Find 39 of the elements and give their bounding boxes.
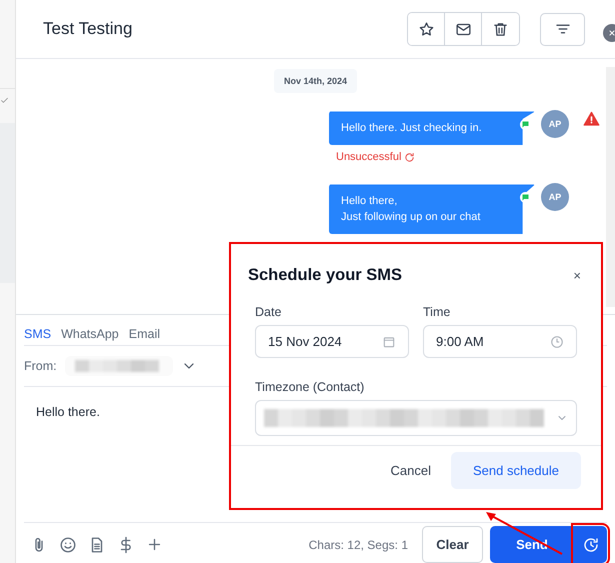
time-label: Time [423,305,452,319]
clock-icon [582,536,600,554]
clock-icon [550,334,564,348]
channel-tab[interactable]: SMS [24,327,52,341]
send-schedule-button[interactable]: Send schedule [450,452,581,489]
dialog-title: Schedule your SMS [248,266,404,285]
check-icon [0,96,9,105]
clear-button[interactable]: Clear [422,526,483,563]
schedule-button[interactable] [574,526,607,563]
avatar: AP [541,183,569,212]
from-label: From: [24,359,57,373]
trash-icon [492,20,509,38]
star-icon [418,20,434,38]
avatar: AP [541,110,569,138]
date-chip: Nov 14th, 2024 [274,69,358,94]
chat-icon [521,193,530,202]
timezone-label: Timezone (Contact) [255,380,366,394]
cancel-button[interactable]: Cancel [384,462,437,479]
date-label: Date [255,305,282,319]
character-count: Chars: 12, Segs: 1 [308,538,408,552]
message-text: Hello there. [36,405,100,419]
message-bubble: Hello there, Just following up on our chat [329,184,535,234]
filter-button[interactable] [540,12,585,46]
contact-name: Test Testing [43,19,134,40]
channel-tab[interactable]: WhatsApp [61,327,119,341]
plus-icon [146,536,163,553]
time-field[interactable]: 9:00 AM [423,325,577,358]
message-bubble: Hello there. Just checking in. [329,111,535,146]
calendar-icon [382,334,396,348]
close-button[interactable]: × [569,268,585,283]
scrollbar[interactable] [0,123,15,283]
date-field[interactable]: 15 Nov 2024 [255,325,409,358]
send-button[interactable]: Send [490,526,574,563]
status-text: Unsuccessful [336,151,402,164]
emoji-icon [58,536,76,554]
chat-icon [521,120,530,130]
star-button[interactable] [408,13,445,46]
channel-tab[interactable]: Email [128,327,160,341]
retry-icon [404,152,416,163]
